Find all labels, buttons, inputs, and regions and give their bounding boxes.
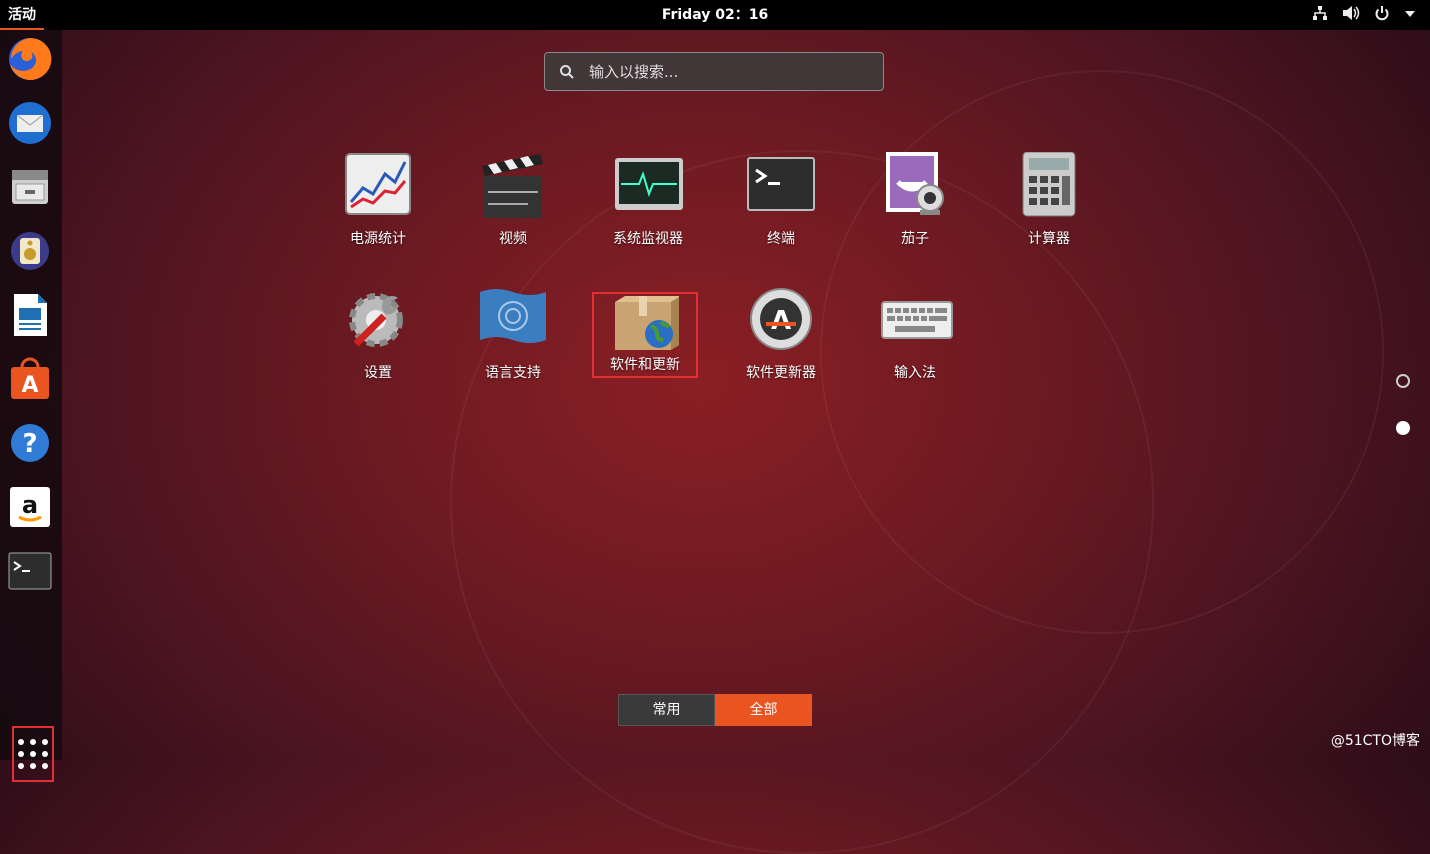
power-icon[interactable] bbox=[1374, 5, 1390, 25]
top-bar: 活动 Friday 02：16 bbox=[0, 0, 1430, 30]
app-terminal[interactable]: 终端 bbox=[721, 152, 841, 262]
app-label: 输入法 bbox=[894, 365, 936, 381]
app-software-and-updates[interactable]: 软件和更新 bbox=[592, 292, 698, 378]
clock[interactable]: Friday 02：16 bbox=[0, 0, 1430, 30]
power-statistics-icon bbox=[343, 152, 413, 222]
app-label: 计算器 bbox=[1028, 231, 1070, 247]
search-input[interactable] bbox=[587, 61, 861, 82]
software-center-icon[interactable]: A bbox=[5, 354, 55, 404]
svg-text:A: A bbox=[771, 306, 791, 336]
search-bar[interactable] bbox=[544, 52, 884, 91]
app-cheese[interactable]: 茄子 bbox=[855, 152, 975, 262]
videos-icon bbox=[478, 152, 548, 222]
app-label: 茄子 bbox=[901, 231, 929, 247]
app-label: 软件和更新 bbox=[610, 357, 680, 373]
app-label: 语言支持 bbox=[485, 365, 541, 381]
all-button[interactable]: 全部 bbox=[715, 694, 812, 726]
terminal-icon bbox=[746, 152, 816, 222]
svg-text:?: ? bbox=[22, 429, 37, 459]
app-label: 设置 bbox=[364, 365, 392, 381]
app-input-method[interactable]: 输入法 bbox=[855, 286, 975, 396]
software-and-updates-icon bbox=[611, 294, 681, 350]
app-label: 软件更新器 bbox=[746, 365, 816, 381]
app-settings[interactable]: 设置 bbox=[318, 286, 438, 396]
language-support-icon bbox=[478, 286, 548, 356]
software-updater-icon: A bbox=[746, 286, 816, 356]
app-label: 电源统计 bbox=[350, 231, 406, 247]
app-language-support[interactable]: 语言支持 bbox=[453, 286, 573, 396]
rhythmbox-icon[interactable] bbox=[5, 226, 55, 276]
svg-text:a: a bbox=[22, 491, 38, 519]
app-videos[interactable]: 视频 bbox=[453, 152, 573, 262]
app-label: 视频 bbox=[499, 231, 527, 247]
app-power-statistics[interactable]: 电源统计 bbox=[318, 152, 438, 262]
libreoffice-writer-icon[interactable] bbox=[5, 290, 55, 340]
svg-text:A: A bbox=[21, 373, 38, 398]
files-icon[interactable] bbox=[5, 162, 55, 212]
volume-icon[interactable] bbox=[1342, 5, 1360, 25]
app-label: 终端 bbox=[767, 231, 795, 247]
dock: A ? a bbox=[0, 30, 62, 782]
amazon-icon[interactable]: a bbox=[5, 482, 55, 532]
help-icon[interactable]: ? bbox=[5, 418, 55, 468]
show-applications-button[interactable] bbox=[12, 726, 54, 782]
page-indicator-active[interactable] bbox=[1396, 421, 1410, 435]
input-method-icon bbox=[880, 286, 953, 356]
calculator-icon bbox=[1014, 151, 1084, 222]
app-system-monitor[interactable]: 系统监视器 bbox=[588, 152, 708, 262]
thunderbird-icon[interactable] bbox=[5, 98, 55, 148]
firefox-icon[interactable] bbox=[5, 34, 55, 84]
app-label: 系统监视器 bbox=[613, 231, 683, 247]
terminal-icon[interactable] bbox=[5, 546, 55, 596]
system-monitor-icon bbox=[613, 152, 683, 222]
system-tray[interactable] bbox=[1312, 0, 1416, 30]
cheese-icon bbox=[880, 152, 950, 222]
view-switch: 常用 全部 bbox=[618, 694, 812, 726]
settings-icon bbox=[343, 286, 413, 356]
frequent-button[interactable]: 常用 bbox=[618, 694, 715, 726]
app-calculator[interactable]: 计算器 bbox=[989, 151, 1109, 262]
network-icon[interactable] bbox=[1312, 5, 1328, 25]
watermark: @51CTO博客 bbox=[1330, 733, 1420, 749]
search-icon bbox=[559, 64, 575, 80]
app-software-updater[interactable]: A 软件更新器 bbox=[721, 286, 841, 396]
chevron-down-icon[interactable] bbox=[1404, 7, 1416, 23]
page-indicator[interactable] bbox=[1396, 374, 1410, 388]
